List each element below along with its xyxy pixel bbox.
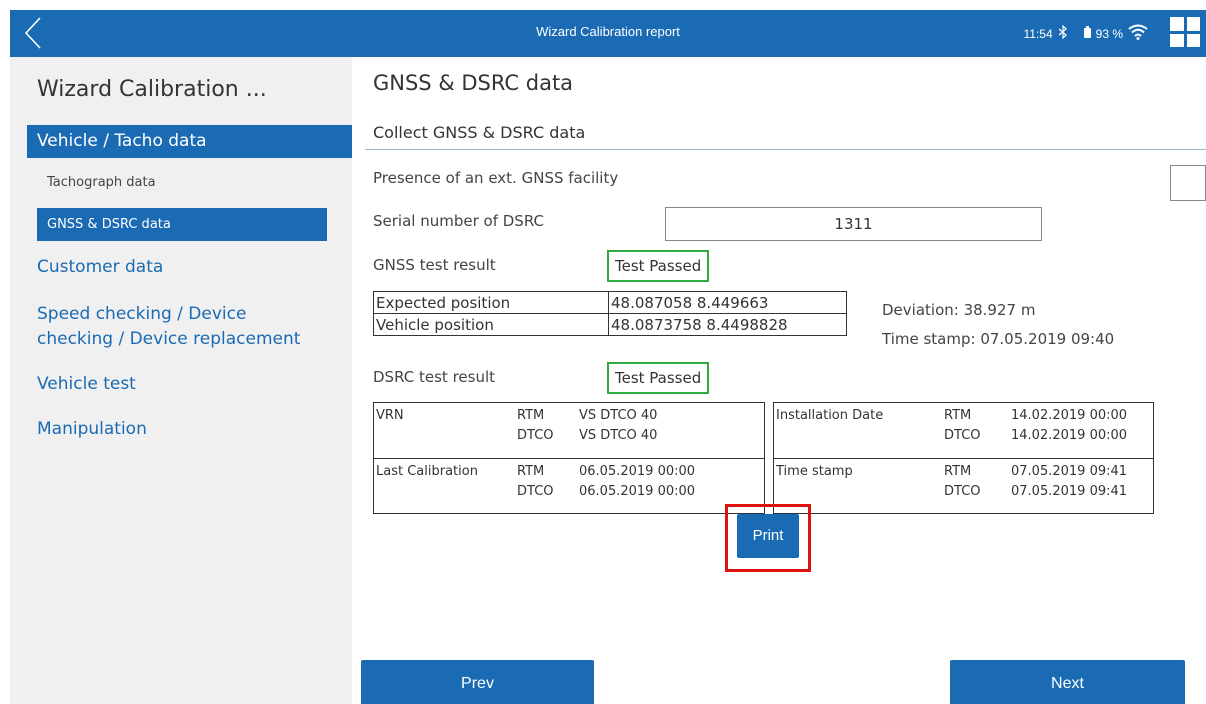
section-title: Collect GNSS & DSRC data (373, 123, 586, 142)
deviation-text: Deviation: 38.927 m (882, 301, 1036, 319)
sidebar-item-speed-checking-line2: checking / Device replacement (37, 329, 301, 349)
print-button[interactable]: Print (737, 514, 799, 558)
next-button[interactable]: Next (950, 660, 1185, 704)
dsrc-test-status-badge: Test Passed (607, 362, 710, 394)
table-row: Installation Date RTM DTCO 14.02.2019 00… (774, 403, 1153, 458)
vehicle-position-value: 48.0873758 8.4498828 (608, 313, 847, 336)
dsrc-test-label: DSRC test result (373, 368, 495, 386)
dsrc-table-right: Installation Date RTM DTCO 14.02.2019 00… (773, 402, 1154, 514)
print-highlight: Print (725, 504, 811, 572)
gnss-test-label: GNSS test result (373, 256, 496, 274)
time-stamp-rtm-value: 07.05.2019 09:41 (1011, 464, 1128, 479)
time-stamp-src-dtco: DTCO (944, 484, 981, 499)
section-divider (365, 149, 1206, 150)
table-row: Vehicle position 48.0873758 8.4498828 (373, 313, 847, 336)
status-area: 11:54 93 % (1024, 24, 1149, 43)
top-bar: Wizard Calibration report 11:54 93 % (10, 10, 1206, 57)
apps-grid-icon[interactable] (1170, 17, 1200, 47)
installation-date-rtm-value: 14.02.2019 00:00 (1011, 408, 1128, 423)
sidebar-item-vehicle-tacho-data[interactable]: Vehicle / Tacho data (27, 125, 352, 158)
wifi-icon (1128, 24, 1148, 43)
installation-date-src-rtm: RTM (944, 408, 972, 423)
vrn-dtco-value: VS DTCO 40 (579, 428, 658, 443)
last-calibration-src-dtco: DTCO (517, 484, 554, 499)
sidebar-subitem-tachograph-data[interactable]: Tachograph data (37, 173, 327, 193)
installation-date-label: Installation Date (776, 408, 884, 423)
table-row: Expected position 48.087058 8.449663 (373, 291, 847, 314)
sidebar-item-manipulation[interactable]: Manipulation (27, 417, 352, 441)
position-timestamp-text: Time stamp: 07.05.2019 09:40 (882, 330, 1115, 348)
vehicle-position-label: Vehicle position (373, 313, 609, 336)
installation-date-src-dtco: DTCO (944, 428, 981, 443)
page-title: GNSS & DSRC data (373, 71, 574, 95)
sidebar-item-speed-checking-line1: Speed checking / Device (37, 304, 247, 324)
bluetooth-icon (1058, 24, 1068, 42)
expected-position-value: 48.087058 8.449663 (608, 291, 847, 314)
serial-number-label: Serial number of DSRC (373, 212, 544, 230)
sidebar-item-vehicle-test[interactable]: Vehicle test (27, 372, 352, 396)
ext-gnss-checkbox[interactable] (1170, 165, 1206, 201)
sidebar: Wizard Calibration ... Vehicle / Tacho d… (10, 57, 352, 704)
last-calibration-label: Last Calibration (376, 464, 478, 479)
dsrc-table-left: VRN RTM DTCO VS DTCO 40 VS DTCO 40 Last … (373, 402, 765, 514)
time-stamp-src-rtm: RTM (944, 464, 972, 479)
time-stamp-label: Time stamp (776, 464, 853, 479)
prev-button[interactable]: Prev (361, 660, 594, 704)
battery-level: 93 % (1095, 26, 1123, 41)
ext-gnss-label: Presence of an ext. GNSS facility (373, 169, 619, 187)
battery-icon (1083, 26, 1091, 41)
clock: 11:54 (1023, 26, 1053, 41)
table-row: Time stamp RTM DTCO 07.05.2019 09:41 07.… (774, 458, 1153, 513)
last-calibration-src-rtm: RTM (517, 464, 545, 479)
position-table: Expected position 48.087058 8.449663 Veh… (373, 291, 847, 336)
main-content: GNSS & DSRC data Collect GNSS & DSRC dat… (352, 57, 1206, 704)
serial-number-field[interactable]: 1311 (665, 207, 1042, 241)
last-calibration-dtco-value: 06.05.2019 00:00 (579, 484, 696, 499)
vrn-src-dtco: DTCO (517, 428, 554, 443)
installation-date-dtco-value: 14.02.2019 00:00 (1011, 428, 1128, 443)
table-row: Last Calibration RTM DTCO 06.05.2019 00:… (374, 458, 764, 513)
sidebar-subitem-gnss-dsrc-data[interactable]: GNSS & DSRC data (37, 208, 327, 241)
vrn-label: VRN (376, 408, 404, 423)
sidebar-title: Wizard Calibration ... (37, 77, 267, 102)
sidebar-item-customer-data[interactable]: Customer data (27, 255, 352, 279)
vrn-src-rtm: RTM (517, 408, 545, 423)
last-calibration-rtm-value: 06.05.2019 00:00 (579, 464, 696, 479)
gnss-test-status-badge: Test Passed (607, 250, 710, 282)
vrn-rtm-value: VS DTCO 40 (579, 408, 658, 423)
time-stamp-dtco-value: 07.05.2019 09:41 (1011, 484, 1128, 499)
table-row: VRN RTM DTCO VS DTCO 40 VS DTCO 40 (374, 403, 764, 458)
expected-position-label: Expected position (373, 291, 609, 314)
